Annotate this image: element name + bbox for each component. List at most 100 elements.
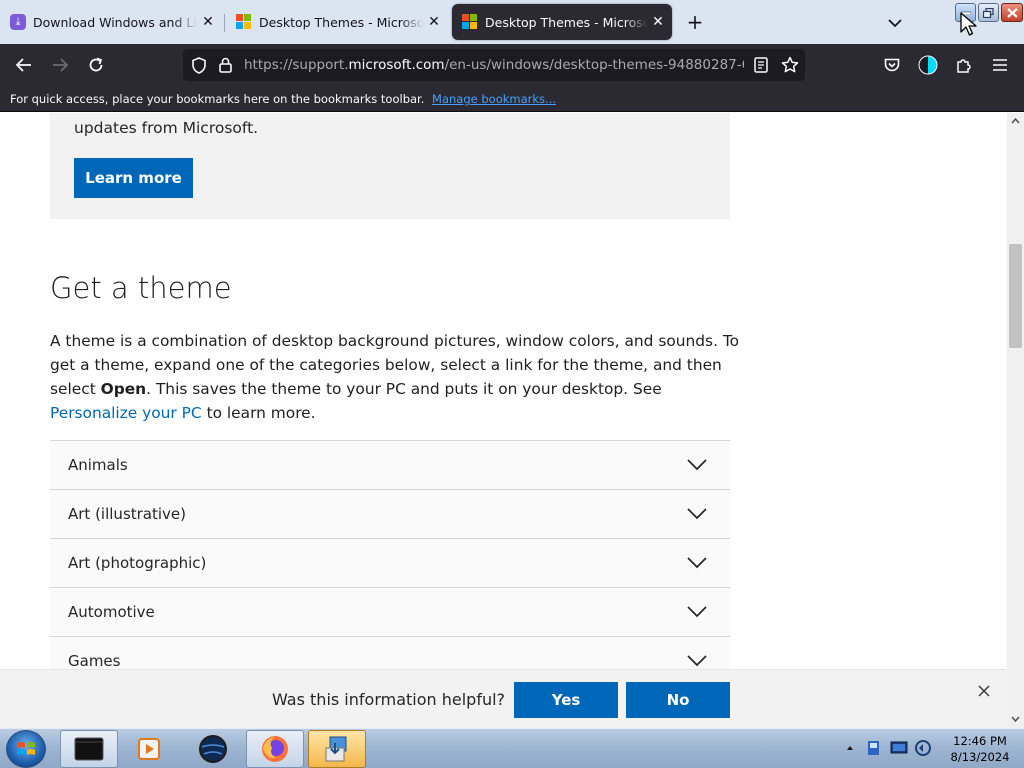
feedback-yes-button[interactable]: Yes — [514, 682, 618, 718]
feedback-question: Was this information helpful? — [272, 690, 506, 709]
scroll-up-arrow-icon — [1011, 118, 1020, 124]
tab-separator — [224, 14, 225, 32]
microsoft-logo-icon — [462, 14, 478, 30]
url-domain: microsoft.com — [348, 57, 445, 73]
url-bar[interactable]: https://support.microsoft.com/en-us/wind… — [183, 49, 805, 81]
category-art-photographic[interactable]: Art (photographic) — [50, 538, 730, 587]
mouse-cursor-icon — [960, 12, 977, 36]
bookmarks-hint-text: For quick access, place your bookmarks h… — [10, 92, 425, 106]
chevron-down-icon — [687, 508, 707, 520]
puzzle-piece-icon — [957, 59, 971, 73]
tab-strip: ⤓ Download Windows and Linux I ✕ Desktop… — [0, 0, 1024, 44]
vertical-scrollbar[interactable] — [1007, 113, 1024, 728]
reader-view-icon[interactable] — [754, 57, 768, 73]
start-button[interactable] — [6, 730, 46, 768]
url-prefix: https://support. — [244, 57, 349, 73]
navigation-toolbar: https://support.microsoft.com/en-us/wind… — [0, 44, 1024, 86]
windows-taskbar: 12:46 PM 8/13/2024 — [0, 728, 1024, 768]
pocket-icon — [884, 58, 900, 71]
pocket-button[interactable] — [878, 51, 906, 79]
tab-close-icon[interactable]: ✕ — [648, 12, 668, 32]
back-button[interactable] — [10, 51, 38, 79]
account-avatar-icon — [918, 55, 938, 75]
forward-arrow-icon — [53, 58, 68, 72]
restore-icon — [983, 7, 994, 18]
manage-bookmarks-link[interactable]: Manage bookmarks... — [432, 92, 556, 106]
scroll-up-button[interactable] — [1007, 113, 1024, 129]
list-all-tabs-button[interactable] — [882, 10, 908, 36]
taskbar-clock[interactable]: 12:46 PM 8/13/2024 — [940, 733, 1020, 765]
taskbar-item-installer[interactable] — [308, 730, 366, 768]
tracking-protection-shield-icon[interactable] — [191, 57, 207, 74]
tray-app-icon[interactable] — [866, 740, 882, 756]
tab-download-windows[interactable]: ⤓ Download Windows and Linux I ✕ — [0, 4, 222, 40]
bookmark-star-icon[interactable] — [781, 56, 799, 74]
installer-icon — [325, 736, 347, 762]
category-label: Art (photographic) — [68, 554, 207, 572]
new-tab-button[interactable]: + — [682, 10, 708, 36]
window-close-button[interactable] — [1001, 3, 1023, 22]
category-animals[interactable]: Animals — [50, 440, 730, 489]
personalize-your-pc-link[interactable]: Personalize your PC — [50, 404, 202, 422]
category-games[interactable]: Games — [50, 636, 730, 669]
section-heading: Get a theme — [50, 271, 232, 305]
volume-icon[interactable] — [914, 740, 932, 756]
app-menu-button[interactable] — [986, 51, 1014, 79]
download-icon: ⤓ — [10, 14, 26, 30]
feedback-no-button[interactable]: No — [626, 682, 730, 718]
scroll-down-button[interactable] — [1007, 711, 1024, 727]
url-text[interactable]: https://support.microsoft.com/en-us/wind… — [244, 57, 744, 73]
tab-close-icon[interactable]: ✕ — [198, 12, 218, 32]
category-automotive[interactable]: Automotive — [50, 587, 730, 636]
learn-more-button[interactable]: Learn more — [74, 158, 193, 198]
promo-text: updates from Microsoft. — [74, 119, 259, 137]
page-content: updates from Microsoft. Learn more Get a… — [0, 113, 1007, 669]
bookmarks-toolbar: For quick access, place your bookmarks h… — [0, 86, 1024, 112]
tab-desktop-themes-active[interactable]: Desktop Themes - Microsoft Su ✕ — [452, 4, 672, 40]
globe-icon — [199, 735, 227, 763]
feedback-bar: Was this information helpful? Yes No — [0, 669, 1007, 728]
tab-title: Desktop Themes - Microsoft Su — [259, 14, 424, 30]
chevron-down-icon — [687, 655, 707, 667]
promo-card: updates from Microsoft. Learn more — [50, 113, 730, 219]
tab-close-icon[interactable]: ✕ — [424, 12, 444, 32]
forward-button[interactable] — [46, 51, 74, 79]
network-icon[interactable] — [890, 740, 908, 756]
category-label: Art (illustrative) — [68, 505, 187, 523]
scrollbar-thumb[interactable] — [1009, 244, 1022, 348]
reload-button[interactable] — [82, 51, 110, 79]
tab-desktop-themes[interactable]: Desktop Themes - Microsoft Su ✕ — [226, 4, 448, 40]
reload-icon — [89, 57, 103, 72]
theme-categories-accordion: Animals Art (illustrative) Art (photogra… — [50, 440, 730, 669]
clock-date: 8/13/2024 — [950, 750, 1010, 764]
category-art-illustrative[interactable]: Art (illustrative) — [50, 489, 730, 538]
intro-text: to learn more. — [201, 404, 316, 422]
category-label: Automotive — [68, 603, 155, 621]
close-icon — [978, 685, 990, 697]
show-hidden-icons-arrow-icon[interactable] — [846, 745, 854, 751]
scroll-down-arrow-icon — [1011, 716, 1020, 722]
clock-time: 12:46 PM — [953, 734, 1007, 748]
category-label: Games — [68, 652, 121, 669]
extensions-button[interactable] — [950, 51, 978, 79]
windows-logo-icon — [17, 742, 35, 755]
feedback-close-button[interactable] — [975, 682, 993, 700]
window-restore-button[interactable] — [978, 3, 999, 22]
media-player-icon — [138, 738, 160, 760]
intro-paragraph: A theme is a combination of desktop back… — [50, 329, 740, 425]
chevron-down-icon — [888, 18, 902, 27]
hamburger-menu-icon — [993, 59, 1007, 71]
account-button[interactable] — [914, 51, 942, 79]
intro-text: . This saves the theme to your PC and pu… — [146, 380, 662, 398]
lock-icon[interactable] — [219, 57, 232, 73]
chevron-down-icon — [687, 606, 707, 618]
taskbar-item-globe-app[interactable] — [184, 730, 242, 768]
microsoft-logo-icon — [236, 14, 252, 30]
url-path: /en-us/windows/desktop-themes-94880287-6… — [444, 57, 744, 73]
system-tray: 12:46 PM 8/13/2024 — [840, 729, 1024, 768]
firefox-icon — [262, 736, 288, 762]
taskbar-item-firefox[interactable] — [246, 730, 304, 768]
taskbar-item-media-player[interactable] — [120, 730, 178, 768]
taskbar-item-terminal[interactable] — [60, 730, 118, 768]
category-label: Animals — [68, 456, 128, 474]
